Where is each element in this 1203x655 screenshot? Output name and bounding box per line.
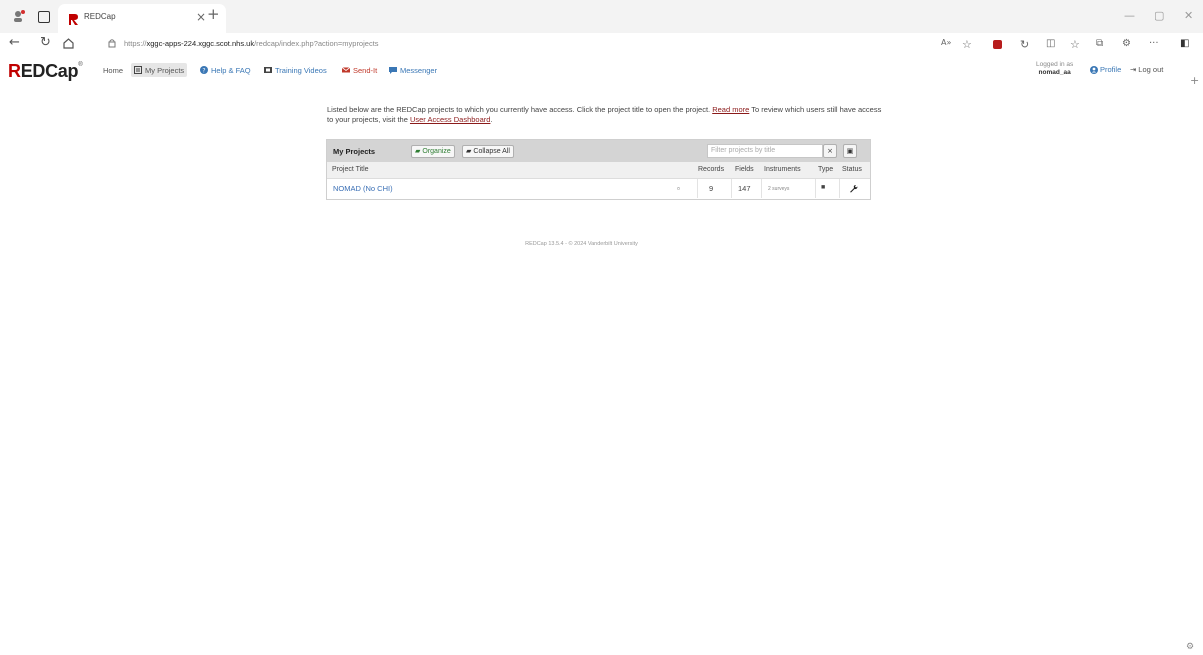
browser-tab-strip: REDCap × + — ▢ ✕ (0, 0, 1203, 33)
favorites-icon[interactable]: ☆ (1070, 38, 1082, 51)
restore-icon[interactable]: ▢ (1154, 9, 1164, 22)
tab-title: REDCap (84, 12, 116, 21)
logout-link[interactable]: ⇥ Log out (1130, 65, 1163, 74)
read-more-link[interactable]: Read more (712, 105, 749, 114)
profile-icon[interactable] (12, 9, 26, 23)
nav-home-label: Home (103, 65, 124, 75)
settings-gear-icon[interactable]: ⚙ (1186, 642, 1194, 652)
logout-label: Log out (1138, 65, 1164, 74)
col-type[interactable]: Type (818, 166, 833, 173)
clear-filter-button[interactable]: × (823, 144, 837, 158)
col-project-title[interactable]: Project Title (332, 166, 369, 173)
project-type-icon: ■ (821, 184, 826, 191)
home-icon[interactable] (63, 38, 74, 49)
redcap-logo[interactable]: REDCap® (8, 61, 83, 82)
my-projects-table: My Projects ▰ Organize ▰ Collapse All Fi… (326, 139, 871, 200)
url-field[interactable]: https://xggc-apps-224.xggc.scot.nhs.uk/r… (124, 39, 379, 48)
user-circle-icon (1090, 65, 1098, 74)
col-instruments[interactable]: Instruments (764, 166, 801, 173)
collapse-all-button[interactable]: ▰ Collapse All (462, 145, 514, 158)
nav-help-faq[interactable]: ? Help & FAQ (200, 63, 251, 77)
svg-text:?: ? (202, 68, 205, 75)
film-icon (264, 67, 272, 73)
extension-icon[interactable] (993, 40, 1002, 49)
window-close-icon[interactable]: ✕ (1184, 9, 1193, 22)
redcap-favicon-icon (69, 14, 78, 25)
projects-column-headers: Project Title Records Fields Instruments… (327, 162, 870, 179)
new-tab-icon[interactable]: + (207, 5, 220, 23)
nav-messenger[interactable]: Messenger (389, 63, 437, 77)
favorite-star-icon[interactable]: ☆ (962, 38, 974, 51)
user-access-dashboard-link[interactable]: User Access Dashboard (410, 115, 490, 124)
copilot-icon[interactable]: ⚙ (1122, 38, 1134, 50)
folder-open-icon: ▰ (415, 148, 421, 155)
workspaces-icon[interactable] (38, 11, 50, 23)
nav-help-label: Help & FAQ (211, 65, 251, 75)
redcap-navbar: REDCap® Home My Projects ? Help & FAQ Tr… (0, 55, 1203, 85)
browser-tab-redcap[interactable]: REDCap × (58, 4, 226, 33)
wrench-icon (850, 185, 858, 193)
minimize-icon[interactable]: — (1124, 9, 1135, 22)
nav-send-it[interactable]: Send-It (342, 63, 377, 77)
col-records[interactable]: Records (698, 166, 724, 173)
sidebar-toggle-icon[interactable]: ◧ (1180, 38, 1192, 50)
col-status[interactable]: Status (842, 166, 862, 173)
logged-in-label: Logged in as (1036, 61, 1074, 68)
nav-training-label: Training Videos (275, 65, 327, 75)
nav-my-projects-label: My Projects (145, 65, 185, 75)
save-filter-icon[interactable]: ▣ (843, 144, 857, 158)
project-title-link[interactable]: NOMAD (No CHI) (333, 184, 393, 193)
list-icon (134, 66, 142, 74)
refresh-icon[interactable]: ↻ (40, 35, 51, 50)
folder-icon: ▰ (466, 148, 472, 155)
envelope-icon (342, 67, 350, 73)
organize-button[interactable]: ▰ Organize (411, 145, 455, 158)
question-circle-icon: ? (200, 66, 208, 74)
nav-my-projects[interactable]: My Projects (131, 63, 188, 77)
page-footer: REDCap 13.5.4 - © 2024 Vanderbilt Univer… (525, 241, 638, 247)
profile-link[interactable]: Profile (1090, 65, 1121, 74)
tab-close-icon[interactable]: × (196, 10, 206, 24)
sign-out-icon: ⇥ (1130, 65, 1137, 74)
col-fields[interactable]: Fields (735, 166, 754, 173)
address-bar-row: ← ↻ https://xggc-apps-224.xggc.scot.nhs.… (0, 33, 1203, 55)
back-icon[interactable]: ← (9, 35, 20, 50)
projects-table-header: My Projects ▰ Organize ▰ Collapse All Fi… (327, 140, 870, 162)
nav-messenger-label: Messenger (400, 65, 438, 75)
refresh-extension-icon[interactable]: ↻ (1020, 38, 1032, 51)
username: nomad_aa (1038, 69, 1071, 76)
split-screen-icon[interactable]: ◫ (1046, 38, 1058, 50)
sidebar-add-icon[interactable]: + (1190, 74, 1199, 87)
read-aloud-icon[interactable]: A» (941, 38, 953, 50)
project-notes-icon[interactable]: ▫ (677, 184, 680, 193)
nav-send-it-label: Send-It (353, 65, 378, 75)
profile-label: Profile (1100, 65, 1122, 74)
chat-bubble-icon (389, 67, 397, 74)
more-options-icon[interactable]: ··· (1149, 38, 1161, 50)
project-fields-count: 147 (738, 184, 751, 193)
intro-text-1: Listed below are the REDCap projects to … (327, 105, 711, 114)
collections-icon[interactable]: ⧉ (1096, 38, 1108, 50)
nav-training-videos[interactable]: Training Videos (264, 63, 327, 77)
nav-home[interactable]: Home (103, 63, 123, 77)
projects-header-title: My Projects (333, 147, 376, 156)
site-info-icon[interactable] (107, 38, 117, 48)
filter-projects-input[interactable]: Filter projects by title (707, 144, 823, 158)
intro-text: Listed below are the REDCap projects to … (327, 105, 882, 124)
project-instruments: 2 surveys (768, 186, 790, 192)
project-records-count: 9 (709, 184, 714, 193)
table-row[interactable]: NOMAD (No CHI) ▫ 9 147 2 surveys ■ (327, 179, 870, 198)
logged-in-info: Logged in as nomad_aa (1036, 61, 1073, 77)
